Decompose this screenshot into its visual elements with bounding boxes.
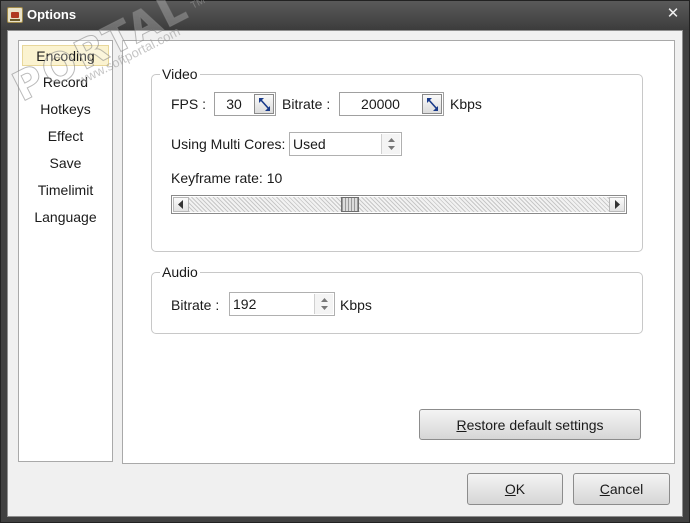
restore-label: estore default settings xyxy=(466,417,604,433)
cancel-button[interactable]: Cancel xyxy=(573,473,670,505)
ok-label: K xyxy=(515,481,526,497)
category-list: Encoding Record Hotkeys Effect Save Time… xyxy=(18,40,113,462)
restore-mnemonic: R xyxy=(456,417,467,433)
keyframe-slider[interactable] xyxy=(171,195,627,214)
video-bitrate-label: Bitrate : xyxy=(282,96,331,112)
keyframe-label: Keyframe rate: 10 xyxy=(171,170,283,186)
multicore-combobox[interactable]: Used xyxy=(289,132,402,156)
restore-defaults-button[interactable]: Restore default settings xyxy=(419,409,641,440)
arrow-left-icon[interactable] xyxy=(173,197,189,212)
multicore-value: Used xyxy=(293,136,326,152)
audio-bitrate-label: Bitrate : xyxy=(171,297,220,313)
nav-item-record[interactable]: Record xyxy=(22,72,109,93)
video-bitrate-unit: Kbps xyxy=(450,96,482,112)
audio-bitrate-spinbox[interactable]: 192 xyxy=(229,292,335,316)
slider-thumb[interactable] xyxy=(341,197,359,212)
ok-button[interactable]: OK xyxy=(467,473,563,505)
fps-value[interactable]: 30 xyxy=(215,93,253,115)
spin-arrows-icon[interactable] xyxy=(254,94,274,114)
fps-spinbox[interactable]: 30 xyxy=(214,92,276,116)
ok-mnemonic: O xyxy=(504,481,516,497)
video-group: Video FPS : 30 Bitrate : 20000 Kbps Usin… xyxy=(151,66,643,252)
combo-arrows-icon[interactable] xyxy=(314,294,333,314)
title-bar[interactable]: Options ✕ xyxy=(1,1,689,30)
settings-panel: Video FPS : 30 Bitrate : 20000 Kbps Usin… xyxy=(122,40,675,464)
spin-arrows-icon[interactable] xyxy=(422,94,442,114)
window-title: Options xyxy=(27,7,77,22)
multicore-label: Using Multi Cores: xyxy=(171,136,286,152)
nav-item-effect[interactable]: Effect xyxy=(22,126,109,147)
close-icon[interactable]: ✕ xyxy=(665,6,681,22)
fps-label: FPS : xyxy=(171,96,207,112)
nav-item-hotkeys[interactable]: Hotkeys xyxy=(22,99,109,120)
slider-track[interactable] xyxy=(189,197,609,212)
audio-group-title: Audio xyxy=(160,264,200,280)
video-bitrate-value[interactable]: 20000 xyxy=(340,93,421,115)
nav-item-encoding[interactable]: Encoding xyxy=(22,45,109,66)
audio-bitrate-unit: Kbps xyxy=(340,297,372,313)
nav-item-language[interactable]: Language xyxy=(22,207,109,228)
nav-item-save[interactable]: Save xyxy=(22,153,109,174)
audio-bitrate-value[interactable]: 192 xyxy=(233,293,256,315)
arrow-right-icon[interactable] xyxy=(609,197,625,212)
audio-group: Audio Bitrate : 192 Kbps xyxy=(151,264,643,334)
cancel-label: ancel xyxy=(609,481,644,497)
video-bitrate-spinbox[interactable]: 20000 xyxy=(339,92,444,116)
combo-arrows-icon[interactable] xyxy=(381,134,400,154)
cancel-mnemonic: C xyxy=(599,481,610,497)
app-icon xyxy=(7,7,23,23)
client-area: Encoding Record Hotkeys Effect Save Time… xyxy=(7,30,683,517)
nav-item-timelimit[interactable]: Timelimit xyxy=(22,180,109,201)
options-window: Options ✕ Encoding Record Hotkeys Effect… xyxy=(0,0,690,523)
video-group-title: Video xyxy=(160,66,200,82)
